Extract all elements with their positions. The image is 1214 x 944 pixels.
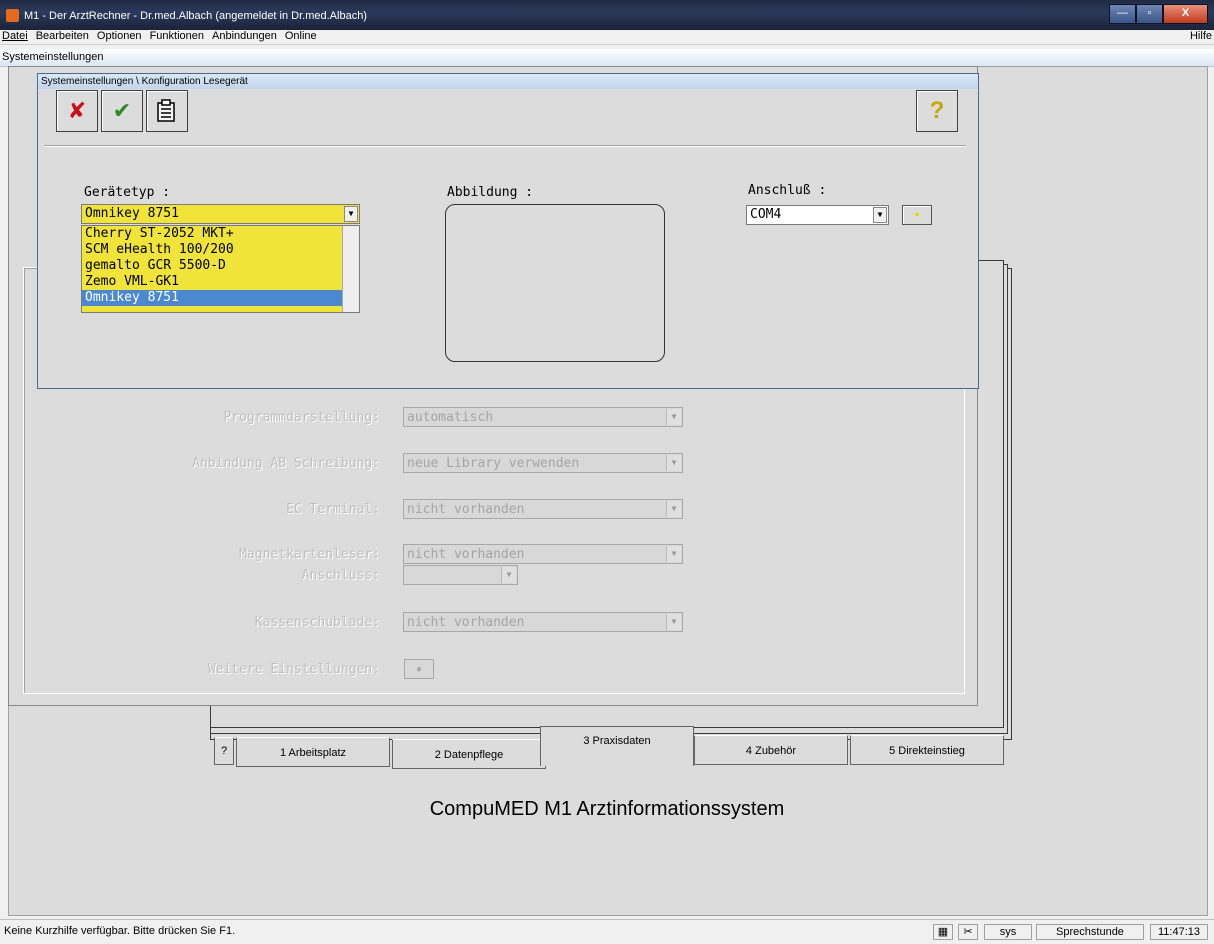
tab-praxisdaten[interactable]: 3 Praxisdaten [540, 726, 694, 766]
menu-datei[interactable]: Datei [2, 30, 28, 42]
checkmark-icon: ✔ [112, 98, 132, 124]
chevron-down-icon: ▼ [501, 567, 516, 583]
cancel-button[interactable]: ✘ [56, 90, 98, 132]
anschluss-dialog-value: COM4 [750, 207, 782, 222]
programmdarstellung-select[interactable]: automatisch ▼ [403, 407, 683, 427]
status-time: 11:47:13 [1150, 924, 1208, 940]
minimize-button[interactable]: — [1109, 4, 1136, 24]
geraetetyp-label: Gerätetyp : [84, 185, 171, 200]
chevron-down-icon: ▼ [873, 207, 887, 223]
chevron-down-icon: ▼ [666, 614, 681, 630]
magnetkartenleser-value: nicht vorhanden [407, 547, 525, 562]
tab-help-button[interactable]: ? [214, 737, 234, 765]
anschluss-settings-button[interactable]: ● [902, 205, 932, 225]
anbindung-value: neue Library verwenden [407, 456, 580, 471]
anschluss-dialog-label: Anschluß : [748, 183, 827, 198]
app-icon [6, 9, 19, 22]
tab-direkteinstieg[interactable]: 5 Direkteinstieg [850, 735, 1004, 765]
question-mark-icon: ? [929, 97, 945, 124]
lesegeraet-dialog: Systemeinstellungen \ Konfiguration Lese… [37, 73, 979, 389]
menu-optionen[interactable]: Optionen [97, 30, 142, 42]
status-bar: Keine Kurzhilfe verfügbar. Bitte drücken… [0, 919, 1214, 944]
anbindung-label: Anbindung AB Schreibung: [192, 456, 380, 471]
abbildung-label: Abbildung : [447, 185, 534, 200]
status-user: sys [984, 924, 1032, 940]
kassenschublade-select[interactable]: nicht vorhanden ▼ [403, 612, 683, 632]
anschluss-select[interactable]: ▼ [403, 565, 518, 585]
maximize-button[interactable]: ▫ [1136, 4, 1163, 24]
chevron-down-icon: ▼ [344, 206, 358, 222]
tab-arbeitsplatz[interactable]: 1 Arbeitsplatz [236, 737, 390, 767]
list-item[interactable]: gemalto GCR 5500-D [82, 258, 359, 274]
geraetetyp-value: Omnikey 8751 [85, 206, 179, 221]
geraetetyp-dropdown-list: Cherry ST-2052 MKT+ SCM eHealth 100/200 … [81, 225, 360, 313]
menu-bar: Datei Bearbeiten Optionen Funktionen Anbindu… [0, 30, 1214, 45]
list-scrollbar[interactable] [342, 226, 359, 312]
dot-icon: ● [415, 664, 423, 675]
ec-terminal-select[interactable]: nicht vorhanden ▼ [403, 499, 683, 519]
inner-window-title-text: Systemeinstellungen [2, 51, 104, 63]
programmdarstellung-value: automatisch [407, 410, 494, 425]
help-button[interactable]: ? [916, 90, 958, 132]
weitere-einstellungen-label: Weitere Einstellungen: [207, 662, 380, 677]
ec-terminal-label: EC Terminal: [286, 502, 380, 517]
anschluss-label: Anschluss: [301, 568, 380, 583]
status-mode: Sprechstunde [1036, 924, 1144, 940]
clipboard-icon [157, 99, 175, 122]
abbildung-image-frame [445, 204, 665, 362]
window-title: M1 - Der ArztRechner - Dr.med.Albach (an… [24, 10, 367, 22]
magnetkartenleser-select[interactable]: nicht vorhanden ▼ [403, 544, 683, 564]
menu-anbindungen[interactable]: Anbindungen [212, 30, 277, 42]
cross-icon: ✘ [67, 98, 87, 124]
list-item[interactable]: SCM eHealth 100/200 [82, 242, 359, 258]
list-item-selected[interactable]: Omnikey 8751 [82, 290, 359, 306]
window-titlebar: M1 - Der ArztRechner - Dr.med.Albach (an… [0, 0, 1214, 30]
tools-icon[interactable]: ✂ [958, 924, 978, 940]
weitere-einstellungen-button[interactable]: ● [404, 659, 434, 679]
calculator-icon[interactable]: ▦ [933, 924, 953, 940]
list-item[interactable]: Cherry ST-2052 MKT+ [82, 226, 359, 242]
inner-window-title: Systemeinstellungen [0, 49, 1214, 67]
dot-icon: ● [914, 209, 920, 219]
chevron-down-icon: ▼ [666, 501, 681, 517]
chevron-down-icon: ▼ [666, 455, 681, 471]
chevron-down-icon: ▼ [666, 409, 681, 425]
menu-bearbeiten[interactable]: Bearbeiten [36, 30, 89, 42]
dialog-titlebar: Systemeinstellungen \ Konfiguration Lese… [38, 74, 978, 89]
anbindung-select[interactable]: neue Library verwenden ▼ [403, 453, 683, 473]
ec-terminal-value: nicht vorhanden [407, 502, 525, 517]
window-controls: — ▫ X [1109, 4, 1208, 24]
chevron-down-icon: ▼ [666, 546, 681, 562]
list-item[interactable]: Zemo VML-GK1 [82, 274, 359, 290]
clipboard-button[interactable] [146, 90, 188, 132]
anschluss-dialog-select[interactable]: COM4 ▼ [746, 205, 889, 225]
ok-button[interactable]: ✔ [101, 90, 143, 132]
tab-zubehoer[interactable]: 4 Zubehör [694, 735, 848, 765]
kassenschublade-label: Kassenschublade: [254, 615, 380, 630]
tab-datenpflege[interactable]: 2 Datenpflege [392, 739, 546, 769]
dialog-title: Systemeinstellungen \ Konfiguration Lese… [41, 76, 248, 87]
programmdarstellung-label: Programmdarstellung: [223, 410, 380, 425]
geraetetyp-select[interactable]: Omnikey 8751 ▼ [81, 204, 360, 224]
close-window-button[interactable]: X [1163, 4, 1208, 24]
toolbar-separator [44, 145, 966, 147]
menu-hilfe[interactable]: Hilfe [1190, 30, 1212, 42]
menu-funktionen[interactable]: Funktionen [150, 30, 204, 42]
app-center-title: CompuMED M1 Arztinformationssystem [429, 798, 785, 820]
magnetkartenleser-label: Magnetkartenleser: [239, 547, 380, 562]
kassenschublade-value: nicht vorhanden [407, 615, 525, 630]
status-message: Keine Kurzhilfe verfügbar. Bitte drücken… [4, 925, 236, 937]
menu-online[interactable]: Online [285, 30, 317, 42]
